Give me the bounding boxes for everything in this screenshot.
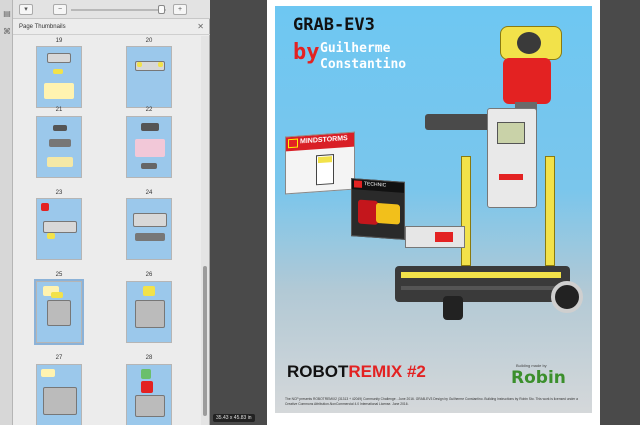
page-thumbnail[interactable] [36,364,82,425]
page-thumbnail[interactable] [36,46,82,108]
page-thumbnails-icon[interactable]: ▤ [3,10,11,18]
sidebar-scrollbar[interactable] [201,36,209,425]
page-number: 28 [145,355,153,361]
page-thumbnail[interactable] [34,279,84,345]
author-first-name: Guilherme [320,41,391,56]
page-number: 25 [55,272,63,278]
sidebar-title-bar: Page Thumbnails ✕ [13,19,210,35]
slider-handle[interactable] [158,5,165,14]
page-thumbnail[interactable] [126,116,172,178]
lego-logo-icon [354,180,362,188]
scrollbar-thumb[interactable] [203,266,207,416]
thumbnail-sidebar: ▾ − + Page Thumbnails ✕ 19 20 21 22 23 2… [13,0,210,425]
page-number: 20 [145,38,153,44]
sidebar-icon-rail: ▤ ⌘ [0,0,13,425]
page-number: 21 [55,107,63,113]
page-thumbnail[interactable] [36,116,82,178]
page-thumbnail[interactable] [126,198,172,260]
page-number: 19 [55,38,63,44]
poster-image: GRAB-EV3 by Guilherme Constantino MINDST… [275,6,592,413]
lego-logo-icon [288,138,298,149]
sidebar-title: Page Thumbnails [19,24,66,30]
poster-author: Guilherme Constantino [320,41,406,73]
sidebar-toolbar: ▾ − + [13,0,210,19]
thumbnail-size-slider[interactable] [71,9,166,11]
robotremix-logo: ROBOTREMIX #2 [287,362,426,382]
close-icon[interactable]: ✕ [197,22,204,31]
document-page: GRAB-EV3 by Guilherme Constantino MINDST… [267,0,600,425]
page-thumbnail[interactable] [36,198,82,260]
zoom-in-icon[interactable]: + [173,4,187,15]
page-thumbnail[interactable] [126,364,172,425]
options-icon[interactable]: ▾ [19,4,33,15]
page-thumbnail[interactable] [126,46,172,108]
author-last-name: Constantino [320,57,407,72]
zoom-out-icon[interactable]: − [53,4,67,15]
page-number: 23 [55,190,63,196]
brand-part-remix: REMIX [348,362,403,381]
builder-name: Robin [511,368,566,388]
brand-part-robot: ROBOT [287,362,349,381]
page-number: 22 [145,107,153,113]
poster-title: GRAB-EV3 [293,15,375,35]
poster-by: by [293,40,320,65]
page-number: 26 [145,272,153,278]
brand-part-number: #2 [402,362,426,381]
page-thumbnail[interactable] [126,281,172,343]
credits-text: The NCP presents ROBOTREMIX2 (31313 + 42… [285,397,578,406]
page-number: 27 [55,355,63,361]
technic-box-image: TECHNIC [351,178,405,240]
page-number: 24 [145,190,153,196]
page-size-badge: 35.43 x 45.83 in [213,414,255,422]
mindstorms-box-image: MINDSTORMS [285,131,355,195]
attachment-icon[interactable]: ⌘ [3,28,11,36]
